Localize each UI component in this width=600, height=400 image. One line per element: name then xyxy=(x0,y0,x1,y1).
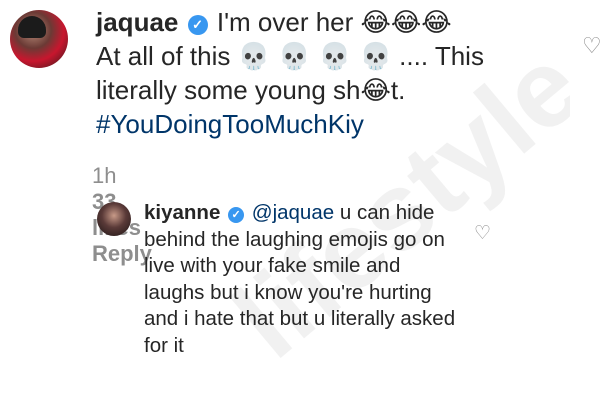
heart-outline-icon[interactable]: ♡ xyxy=(582,34,600,59)
comment-body: jaquae ✓ I'm over her 😂😂😂 At all of this… xyxy=(96,6,576,141)
laughing-emoji-icon: 😂 xyxy=(360,76,391,106)
laughing-emoji-icons: 😂😂😂 xyxy=(360,8,452,38)
screenshot-frame: lifestyle jaquae ✓ I'm over her 😂😂😂 At a… xyxy=(0,0,600,400)
comment-line2-tail: .... This xyxy=(399,41,484,71)
reply-text: u can hide behind the laughing emojis go… xyxy=(144,201,456,357)
comment-username[interactable]: jaquae xyxy=(96,7,178,37)
reply-button[interactable]: Reply xyxy=(92,241,152,267)
hashtag-link[interactable]: #YouDoingTooMuchKiy xyxy=(96,109,364,139)
reply-username[interactable]: kiyanne xyxy=(144,201,220,224)
reply-body: kiyanne ✓ @jaquae u can hide behind the … xyxy=(144,200,462,359)
reply-mention[interactable]: @jaquae xyxy=(252,201,334,224)
verified-badge-icon: ✓ xyxy=(228,207,245,223)
avatar[interactable] xyxy=(10,10,68,68)
comment-time: 1h xyxy=(92,163,117,188)
comment-line3-text-a: literally some young sh xyxy=(96,75,361,105)
skull-emoji-icons: 💀 💀 💀 💀 xyxy=(237,42,392,72)
comment-line2-text: At all of this xyxy=(96,41,231,71)
comment-line3-text-b: t. xyxy=(390,75,406,105)
verified-badge-icon: ✓ xyxy=(187,15,208,35)
reply-avatar[interactable] xyxy=(97,202,131,236)
comment-line1-text: I'm over her xyxy=(216,7,354,37)
heart-outline-icon[interactable]: ♡ xyxy=(474,222,491,244)
